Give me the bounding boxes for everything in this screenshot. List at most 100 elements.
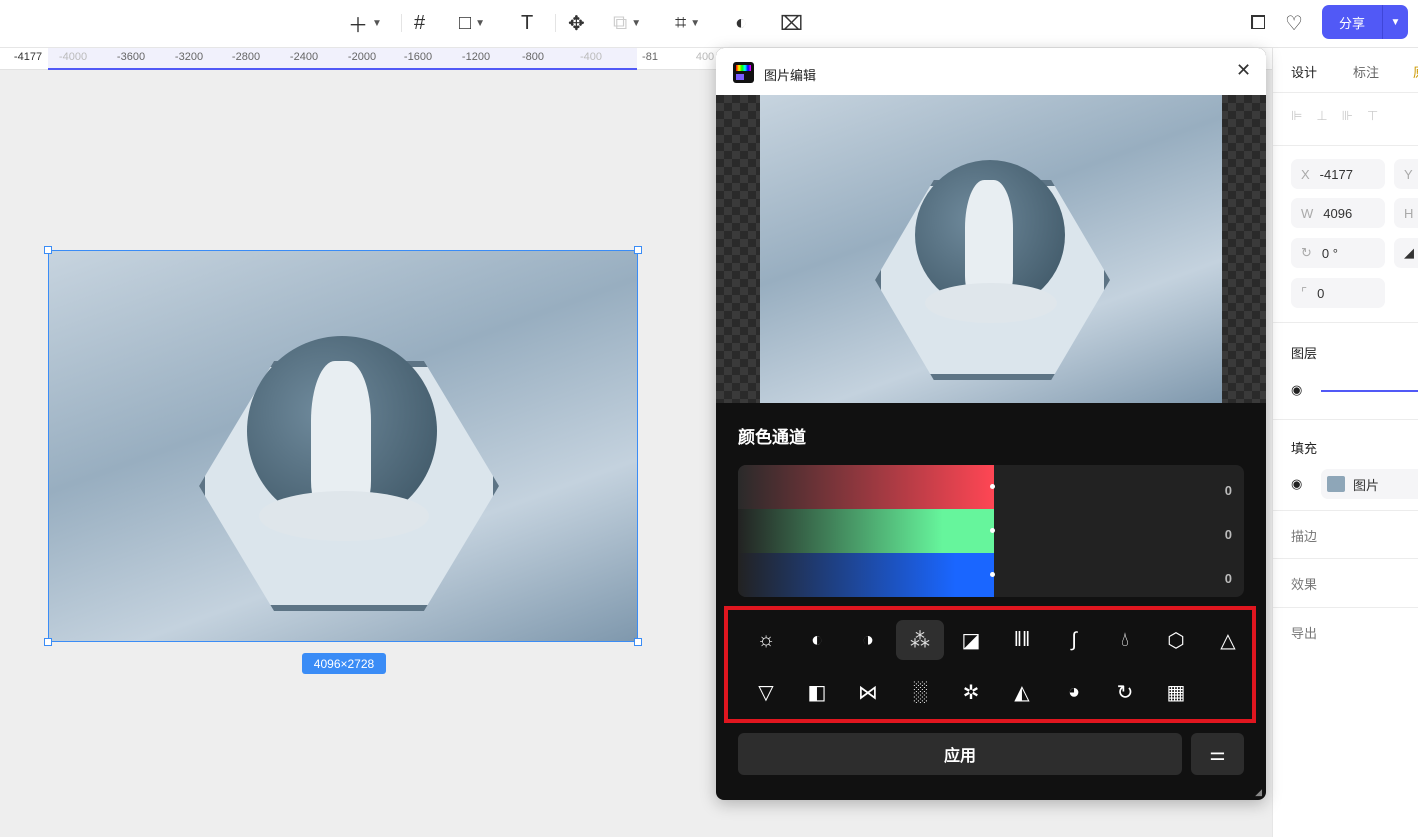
ruler-tick: -2400 [289,51,319,63]
color-channels: 0 0 0 [738,465,1244,597]
plus-icon: ＋ [348,14,368,37]
vector-tool-button[interactable]: ⌗ ▼ [675,10,700,36]
hue-icon[interactable]: ⬡ [1152,620,1200,660]
chevron-down-icon: ▼ [372,17,382,29]
top-toolbar: ＋ ▼ # □ ▼ T ✥ ⧉ ▼ ⌗ ▼ ◐ ⌧ ⧠ ♡ 分享 ▼ [0,0,1418,48]
blur-icon[interactable]: ✲ [947,672,995,712]
lens-icon[interactable]: ◕ [1050,672,1098,712]
resize-handle[interactable] [44,246,52,254]
red-channel-slider[interactable] [738,465,994,509]
robot-photo [760,95,1222,403]
app-logo-icon [733,62,754,83]
x-field[interactable]: X -4177 [1291,159,1385,189]
rectangle-tool-button[interactable]: □ ▼ [459,10,485,36]
chevron-down-icon: ▼ [690,17,701,29]
half-circle-icon: ◐ [735,11,748,34]
fill-item[interactable]: 图片 [1321,469,1418,499]
symmetry-icon[interactable]: ⋈ [844,672,892,712]
frame-icon: # [414,11,426,34]
plugin-button[interactable]: ⧠ [1250,10,1266,36]
chevron-down-icon: ▼ [631,17,642,29]
effect-title[interactable]: 效果 [1291,574,1317,593]
tab-prototype[interactable]: 原 [1413,62,1418,81]
slider-handle[interactable] [990,572,995,577]
resize-grip-icon[interactable]: ◢ [1255,787,1262,798]
adjust-settings-button[interactable]: ⚌ [1191,733,1244,775]
contrast-icon[interactable]: ◐ [793,620,841,660]
blue-value: 0 [1224,571,1232,586]
component-tool-button[interactable]: ✥ [568,10,585,36]
resize-handle[interactable] [634,638,642,646]
exposure-icon[interactable]: ◪ [947,620,995,660]
tab-annotate[interactable]: 标注 [1353,62,1379,81]
ruler-tick: -2800 [231,51,261,63]
share-label: 分享 [1338,15,1365,31]
ruler-tick: -800 [521,51,545,63]
stroke-title[interactable]: 描边 [1291,526,1317,545]
rectangle-icon: □ [459,11,472,34]
resize-handle[interactable] [634,246,642,254]
eye-icon[interactable]: ◉ [1291,476,1302,492]
ruler-tick: -1200 [461,51,491,63]
divider [401,14,402,32]
slider-handle[interactable] [990,528,995,533]
boolean-tool-button[interactable]: ⧉ ▼ [613,10,641,36]
y-field[interactable]: Y [1394,159,1418,189]
fill-bucket-icon[interactable]: ◭ [998,672,1046,712]
ruler-tick: -2000 [347,51,377,63]
corner-radius-field[interactable]: ⌜ 0 [1291,278,1385,308]
text-tool-button[interactable]: T [521,10,533,36]
grayscale-contrast-icon[interactable]: ◑ [844,620,892,660]
swirl-icon[interactable]: ↻ [1101,672,1149,712]
crop-icon: ⌧ [780,12,804,35]
align-icons[interactable]: ⊫⊥⊪⊤ [1291,108,1392,124]
rotate-icon: ↻ [1301,245,1312,260]
resize-handle[interactable] [44,638,52,646]
vignette-triangle-icon[interactable]: ▽ [742,672,790,712]
tab-design[interactable]: 设计 [1291,62,1317,81]
move-component-icon: ✥ [568,12,585,35]
frame-tool-button[interactable]: # [414,10,425,36]
mask-tool-button[interactable]: ◐ [735,10,747,36]
lines-icon[interactable]: ‖‖ [998,620,1046,660]
eye-icon[interactable]: ◉ [1291,382,1302,398]
apply-button[interactable]: 应用 [738,733,1182,775]
brightness-icon[interactable]: ☼ [742,620,790,660]
chevron-down-icon[interactable]: ▼ [1382,5,1408,39]
flip-button[interactable]: ◢ [1394,238,1418,268]
layer-title: 图层 [1291,346,1318,361]
share-button[interactable]: 分享 ▼ [1322,5,1408,39]
green-channel-slider[interactable] [738,509,994,553]
add-tool-button[interactable]: ＋ ▼ [348,10,382,37]
saturation-drop-icon[interactable]: 💧︎ [1101,620,1149,660]
section-title: 颜色通道 [738,428,806,447]
invert-icon[interactable]: ◧ [793,672,841,712]
image-edit-dialog: 图片编辑 ✕ 颜色通道 0 0 0 ☼ ◐ ◑ ⁂ ◪ ‖‖ ∫ 💧︎ ⬡ △ … [716,48,1266,800]
sharpen-triangle-icon[interactable]: △ [1204,620,1252,660]
h-field[interactable]: H [1394,198,1418,228]
opacity-slider[interactable] [1321,390,1418,392]
flip-icon: ◢ [1404,245,1414,260]
corner-icon: ⌜ [1301,285,1308,300]
ruler-tick: -4177 [13,51,43,63]
filter-tools: ☼ ◐ ◑ ⁂ ◪ ‖‖ ∫ 💧︎ ⬡ △ ▽ ◧ ⋈ ░ ✲ ◭ ◕ ↻ ▦ [724,606,1256,723]
vector-path-icon: ⌗ [675,11,687,34]
blue-channel-slider[interactable] [738,553,994,597]
crop-tool-button[interactable]: ⌧ [780,10,803,36]
ruler-tick: -4000 [58,51,88,63]
rotation-field[interactable]: ↻ 0 ° [1291,238,1385,268]
mosaic-icon[interactable]: ▦ [1152,672,1200,712]
selected-image[interactable] [48,250,638,642]
fill-title: 填充 [1291,441,1318,456]
right-panel: 设计 标注 原 ⊫⊥⊪⊤ X-4177 Y W4096 H ↻0 ° ◢ ⌜0 … [1272,48,1418,837]
w-field[interactable]: W 4096 [1291,198,1385,228]
image-preview [716,95,1266,403]
slider-handle[interactable] [990,484,995,489]
close-icon[interactable]: ✕ [1236,60,1251,81]
curves-icon[interactable]: ∫ [1050,620,1098,660]
image-thumbnail [1327,476,1345,492]
color-channels-icon[interactable]: ⁂ [896,620,944,660]
export-title[interactable]: 导出 [1291,623,1317,642]
noise-icon[interactable]: ░ [896,672,944,712]
ideas-button[interactable]: ♡ [1285,10,1303,36]
